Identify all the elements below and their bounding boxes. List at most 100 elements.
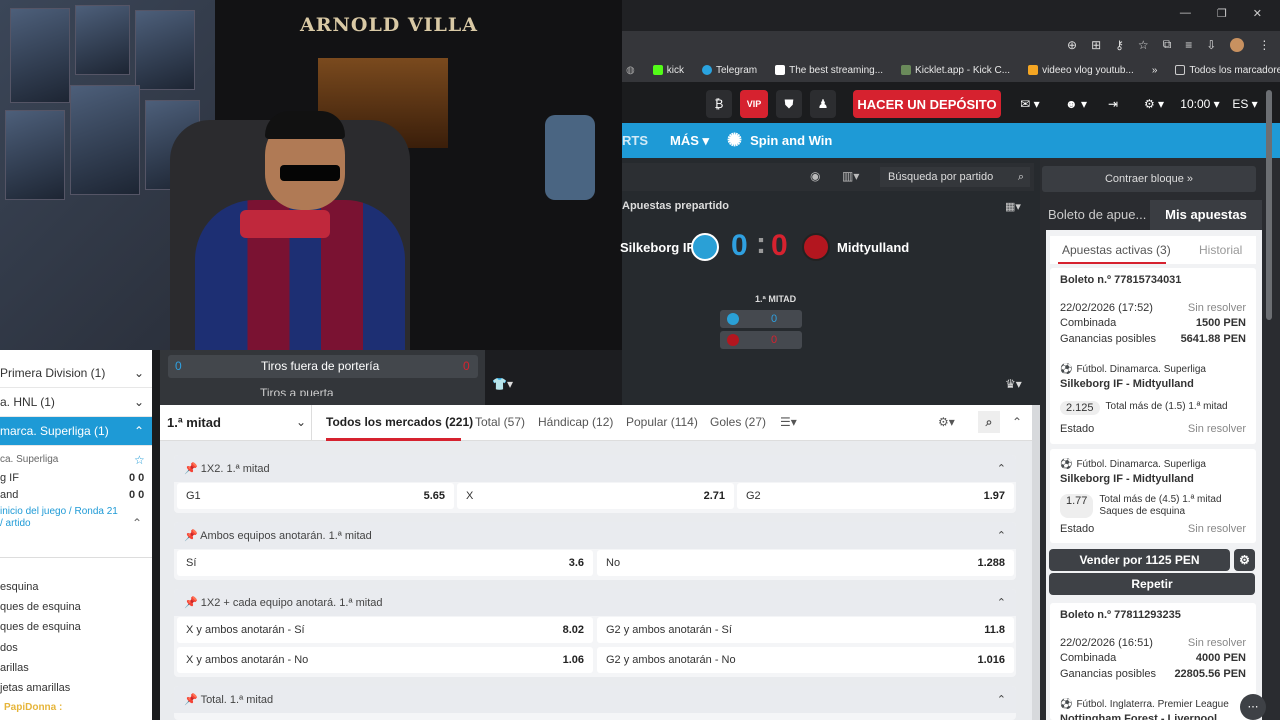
sidebar-item-superliga[interactable]: marca. Superliga (1) ⌃ [0,417,152,446]
market-list-item[interactable]: arillas [0,662,29,674]
collapse-block-button[interactable]: Contraer bloque » [1042,166,1256,192]
chevron-up-icon[interactable]: ⌃ [997,693,1006,706]
tab-my-bets[interactable]: Mis apuestas [1150,200,1262,230]
time-select[interactable]: 10:00 ▾ [1180,90,1220,118]
period-select[interactable]: 1.ª mitad ⌄ [160,405,312,441]
tab-betslip[interactable]: Boleto de apue... [1040,200,1150,230]
maximize-icon[interactable]: ❐ [1217,7,1227,20]
chevron-up-icon[interactable]: ⌃ [132,516,142,530]
bookmark-streaming[interactable]: The best streaming... [775,65,883,76]
odd-button[interactable]: X y ambos anotarán - No 1.06 [177,647,593,673]
vip-button[interactable]: VIP [740,90,768,118]
profile-avatar[interactable] [1230,37,1245,52]
pin-icon[interactable]: 📌 [184,694,198,706]
chevron-up-icon[interactable]: ⌃ [997,529,1006,542]
tab-goals[interactable]: Goles (27) [710,415,766,429]
tab-all-markets[interactable]: Todos los mercados (221) [326,415,473,429]
pin-icon[interactable]: 📌 [184,530,198,542]
away-team: Midtyulland [837,240,910,255]
scrollbar[interactable] [1266,90,1272,320]
tab-total[interactable]: Total (57) [475,415,525,429]
market-list-item[interactable]: ques de esquina [0,601,81,613]
market-list-item[interactable]: ques de esquina [0,621,81,633]
bookmark-kick[interactable]: kick [652,65,684,76]
odd-button[interactable]: X y ambos anotarán - Sí 8.02 [177,617,593,643]
stat-row: 0 Tiros fuera de portería 0 [168,355,478,378]
menu-icon[interactable]: ⋮ [1258,38,1270,52]
tab-popular[interactable]: Popular (114) [626,415,698,429]
language-select[interactable]: ES ▾ [1230,90,1260,118]
collapse-icon[interactable]: ⌃ [1012,415,1022,429]
team1-label: g IF [0,472,19,484]
key-icon[interactable]: ⚷ [1115,38,1124,52]
scrollbar[interactable] [1032,405,1040,720]
window-titlebar: — ❐ ✕ [622,0,1280,31]
odd-button[interactable]: Sí 3.6 [177,550,593,576]
bookmark-telegram[interactable]: Telegram [701,65,757,76]
odd-button[interactable]: G2 1.97 [737,483,1014,509]
cashout-button[interactable]: Vender por 1125 PEN [1049,549,1230,571]
download-icon[interactable]: ⇩ [1206,38,1216,52]
cast-icon[interactable]: ⊞ [1091,38,1101,52]
calendar-icon[interactable]: ▦▾ [1005,200,1021,213]
tab-handicap[interactable]: Hándicap (12) [538,415,613,429]
extensions-icon[interactable]: ⧉ [1163,37,1172,52]
odd-button[interactable]: X 2.71 [457,483,734,509]
chat-icon[interactable]: ⋯ [1240,694,1266,720]
nav-item-sports[interactable]: RTS [622,133,648,148]
sidebar-item-hnl[interactable]: a. HNL (1) ⌄ [0,388,152,417]
market-list-item[interactable]: dos [0,642,18,654]
bookmark-kicklet[interactable]: Kicklet.app - Kick C... [901,65,1010,76]
shield-icon[interactable]: ⛊ [776,90,802,118]
repeat-button[interactable]: Repetir [1049,573,1255,595]
bell-icon[interactable]: ♟ [810,90,836,118]
globe-icon[interactable]: ◍ [626,65,635,76]
odd-button[interactable]: G1 5.65 [177,483,454,509]
tab-history[interactable]: Historial [1199,243,1242,257]
search-icon[interactable]: ⌕ [1018,167,1024,187]
match-round-link[interactable]: inicio del juego / Ronda 21 / artido [0,506,120,530]
mail-icon[interactable]: ✉ ▾ [1012,90,1048,118]
tab-active-bets[interactable]: Apuestas activas (3) [1062,243,1171,257]
odd-button[interactable]: No 1.288 [597,550,1014,576]
pin-icon[interactable]: 📌 [184,597,198,609]
bitcoin-icon[interactable]: ₿ [706,90,732,118]
all-bookmarks[interactable]: Todos los marcadores [1175,65,1280,76]
market-list-item[interactable]: esquina [0,581,39,593]
close-icon[interactable]: ✕ [1253,7,1262,20]
match-search-input[interactable]: Búsqueda por partido ⌕ [880,167,1030,187]
star-icon[interactable]: ☆ [1138,38,1149,52]
shirt-icon[interactable]: 👕▾ [492,377,513,391]
zoom-icon[interactable]: ⊕ [1067,38,1077,52]
odd-button[interactable]: G2 y ambos anotarán - Sí 11.8 [597,617,1014,643]
pin-icon[interactable]: 📌 [184,463,198,475]
nav-item-spin[interactable]: Spin and Win [750,133,832,148]
browser-toolbar: ⊕ ⊞ ⚷ ☆ ⧉ ≡ ⇩ ⋮ [622,31,1280,58]
settings-icon[interactable]: ⚙▾ [938,415,955,429]
user-icon[interactable]: ☻ ▾ [1058,90,1094,118]
score-separator: : [756,227,766,260]
bookmark-videeo[interactable]: videeo vlog youtub... [1028,65,1134,76]
deposit-button[interactable]: HACER UN DEPÓSITO [853,90,1001,118]
market-list-item[interactable]: jetas amarillas [0,682,70,694]
chevron-up-icon[interactable]: ⌃ [997,596,1006,609]
odd-button[interactable]: G2 y ambos anotarán - No 1.016 [597,647,1014,673]
nav-item-more[interactable]: MÁS ▾ [670,133,709,149]
more-bookmarks[interactable]: » [1152,65,1158,76]
list-menu-icon[interactable]: ☰▾ [780,415,797,429]
pin-icon[interactable]: ◉ [810,169,820,183]
search-icon[interactable]: ⌕ [978,411,1000,433]
favorite-star-icon[interactable]: ☆ [134,453,145,467]
odd-badge: 2.125 [1060,401,1100,415]
stats-icon[interactable]: ▥▾ [842,169,859,183]
logout-icon[interactable]: ⇥ [1100,90,1126,118]
settings-icon[interactable]: ⚙ [1234,549,1255,571]
reading-list-icon[interactable]: ≡ [1185,38,1192,52]
minimize-icon[interactable]: — [1180,7,1191,20]
trophy-icon[interactable]: ♛▾ [1005,377,1022,391]
away-team-logo [802,233,830,261]
chevron-up-icon[interactable]: ⌃ [997,462,1006,475]
sidebar-item-primera-division[interactable]: Primera Division (1) ⌄ [0,359,152,388]
team1-score: 0 0 [129,472,145,484]
settings-icon[interactable]: ⚙ ▾ [1138,90,1170,118]
